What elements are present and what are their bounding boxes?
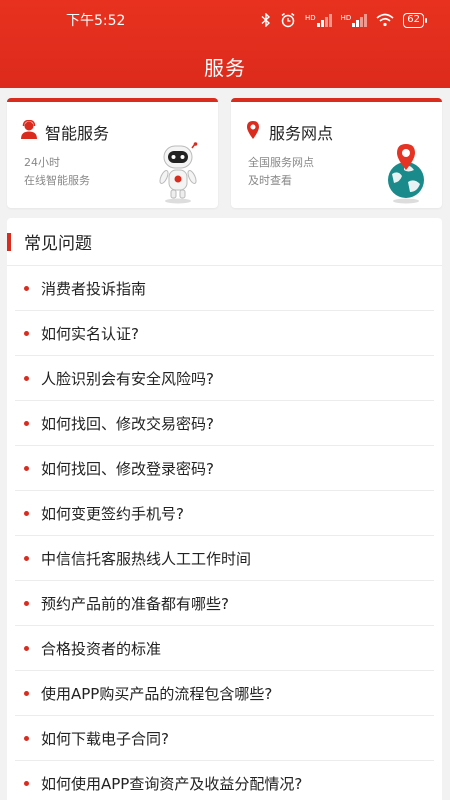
service-outlets-card[interactable]: 服务网点 全国服务网点 及时查看	[231, 98, 442, 208]
bullet-dot-icon	[24, 600, 29, 606]
faq-item-label: 消费者投诉指南	[41, 279, 147, 298]
signal-bars-2-icon	[352, 13, 368, 27]
globe-pin-icon	[388, 144, 424, 204]
bullet-dot-icon	[24, 735, 29, 741]
faq-item-label: 如何下载电子合同?	[41, 729, 169, 748]
faq-item-label: 人脸识别会有安全风险吗?	[41, 369, 214, 388]
faq-item[interactable]: 合格投资者的标准	[15, 626, 434, 671]
smart-service-card[interactable]: 智能服务 24小时 在线智能服务	[7, 98, 218, 208]
faq-list: 消费者投诉指南 如何实名认证? 人脸识别会有安全风险吗? 如何找回、修改交易密码…	[7, 266, 442, 800]
wifi-icon	[376, 13, 394, 27]
user-service-icon	[21, 120, 37, 139]
bullet-dot-icon	[24, 645, 29, 651]
hd-badge-2: HD	[340, 13, 352, 22]
status-time: 下午5:52	[66, 13, 126, 29]
page-title: 服务	[204, 56, 246, 80]
bullet-dot-icon	[24, 510, 29, 516]
location-pin-icon	[247, 121, 259, 139]
faq-item[interactable]: 如何实名认证?	[15, 311, 434, 356]
faq-item-label: 中信信托客服热线人工工作时间	[41, 549, 252, 568]
faq-accent-bar	[7, 232, 11, 251]
faq-item-label: 如何找回、修改交易密码?	[41, 414, 214, 433]
bullet-dot-icon	[24, 555, 29, 561]
card-subtitle-line1: 全国服务网点	[248, 156, 314, 169]
faq-item-label: 使用APP购买产品的流程包含哪些?	[41, 684, 273, 703]
card-subtitle-line2: 及时查看	[248, 174, 292, 187]
faq-item-label: 如何实名认证?	[41, 324, 139, 343]
bullet-dot-icon	[24, 330, 29, 336]
faq-header: 常见问题	[7, 218, 442, 266]
card-title: 智能服务	[45, 124, 110, 143]
bullet-dot-icon	[24, 420, 29, 426]
hd-badge-1: HD	[304, 13, 316, 22]
faq-item[interactable]: 人脸识别会有安全风险吗?	[15, 356, 434, 401]
signal-2: HD	[340, 13, 368, 27]
faq-item-label: 如何变更签约手机号?	[41, 504, 184, 523]
faq-section: 常见问题 消费者投诉指南 如何实名认证? 人脸识别会有安全风险吗? 如何找回、修…	[7, 218, 442, 800]
faq-item-label: 如何找回、修改登录密码?	[41, 459, 214, 478]
faq-item[interactable]: 如何下载电子合同?	[15, 716, 434, 761]
faq-item[interactable]: 如何使用APP查询资产及收益分配情况?	[15, 761, 434, 800]
signal-1: HD	[304, 13, 332, 27]
faq-item[interactable]: 中信信托客服热线人工工作时间	[15, 536, 434, 581]
alarm-icon	[281, 12, 295, 28]
bullet-dot-icon	[24, 780, 29, 786]
bluetooth-icon	[261, 13, 270, 27]
status-icons: HD HD 62	[261, 12, 427, 28]
faq-item[interactable]: 如何找回、修改交易密码?	[15, 401, 434, 446]
bullet-dot-icon	[24, 465, 29, 471]
bullet-dot-icon	[24, 375, 29, 381]
faq-item[interactable]: 消费者投诉指南	[15, 266, 434, 311]
faq-item[interactable]: 使用APP购买产品的流程包含哪些?	[15, 671, 434, 716]
header: 下午5:52 HD HD 62 服务	[0, 0, 450, 88]
signal-bars-1-icon	[316, 13, 332, 27]
battery-indicator: 62	[403, 12, 427, 28]
faq-item-label: 预约产品前的准备都有哪些?	[41, 594, 229, 613]
faq-item-label: 如何使用APP查询资产及收益分配情况?	[41, 774, 303, 793]
faq-item-label: 合格投资者的标准	[41, 639, 162, 658]
faq-item[interactable]: 预约产品前的准备都有哪些?	[15, 581, 434, 626]
faq-title: 常见问题	[24, 234, 92, 254]
faq-item[interactable]: 如何变更签约手机号?	[15, 491, 434, 536]
faq-item[interactable]: 如何找回、修改登录密码?	[15, 446, 434, 491]
card-subtitle-line1: 24小时	[24, 156, 60, 169]
bullet-dot-icon	[24, 285, 29, 291]
card-title: 服务网点	[269, 124, 334, 143]
bullet-dot-icon	[24, 690, 29, 696]
status-bar: 下午5:52 HD HD 62	[0, 0, 450, 40]
card-subtitle-line2: 在线智能服务	[24, 174, 90, 187]
robot-icon	[159, 142, 198, 204]
